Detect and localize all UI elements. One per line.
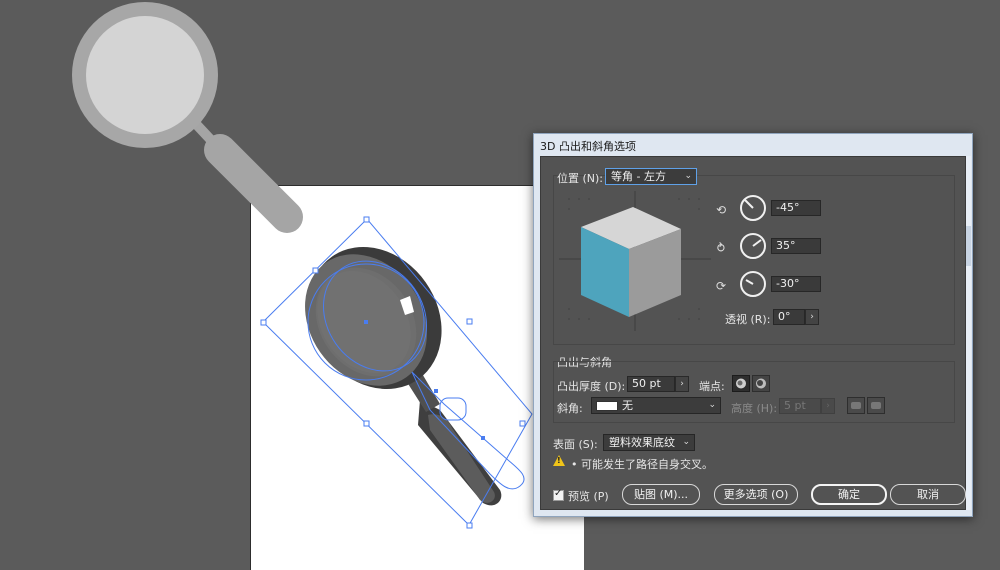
y-rotation-field[interactable]: 35° bbox=[771, 238, 821, 254]
extrude-depth-slider-button[interactable]: › bbox=[675, 376, 689, 392]
dialog-title: 3D 凸出和斜角选项 bbox=[540, 140, 636, 153]
3d-extrude-bevel-dialog: 3D 凸出和斜角选项 位置 (N): 等角 - 左方 ⌄ ⟲ -45° ⥁ 35… bbox=[533, 133, 973, 517]
bevel-select-value: 无 bbox=[622, 399, 633, 412]
bevel-height-field[interactable]: 5 pt bbox=[779, 398, 821, 414]
y-axis-rotate-icon: ⥁ bbox=[716, 241, 726, 255]
bevel-height-label: 高度 (H): bbox=[731, 402, 778, 415]
perspective-label: 透视 (R): bbox=[725, 313, 771, 326]
chevron-down-icon: ⌄ bbox=[684, 171, 692, 181]
more-options-button[interactable]: 更多选项 (O) bbox=[714, 484, 798, 505]
3d-rotation-cube-preview[interactable] bbox=[559, 191, 711, 331]
perspective-slider-button[interactable]: › bbox=[805, 309, 819, 325]
z-rotation-field[interactable]: -30° bbox=[771, 276, 821, 292]
position-label: 位置 (N): bbox=[557, 172, 604, 185]
z-axis-rotate-icon: ⟳ bbox=[715, 279, 727, 293]
perspective-field[interactable]: 0° bbox=[773, 309, 805, 325]
x-axis-rotate-icon: ⟲ bbox=[715, 203, 727, 217]
warning-icon: ! bbox=[553, 455, 565, 466]
map-button[interactable]: 贴图 (M)... bbox=[622, 484, 700, 505]
bevel-extent-out-button[interactable] bbox=[847, 397, 865, 414]
dialog-panel: 位置 (N): 等角 - 左方 ⌄ ⟲ -45° ⥁ 35° ⟳ -30° 透视… bbox=[540, 156, 966, 510]
y-rotation-dial[interactable] bbox=[739, 232, 767, 260]
warning-text: • 可能发生了路径自身交叉。 bbox=[571, 458, 713, 471]
surface-select[interactable]: 塑料效果底纹 ⌄ bbox=[603, 434, 695, 451]
cap-on-icon bbox=[736, 378, 746, 389]
cancel-button[interactable]: 取消 bbox=[890, 484, 966, 505]
bevel-extent-in-button[interactable] bbox=[867, 397, 885, 414]
x-rotation-dial[interactable] bbox=[739, 194, 767, 222]
3d-magnifier-artwork[interactable] bbox=[280, 221, 502, 506]
bevel-swatch bbox=[596, 401, 618, 411]
extrude-depth-label: 凸出厚度 (D): bbox=[557, 380, 626, 393]
bevel-in-icon bbox=[871, 402, 881, 409]
surface-select-value: 塑料效果底纹 bbox=[609, 436, 675, 449]
z-rotation-dial[interactable] bbox=[739, 270, 767, 298]
preview-label: 预览 (P) bbox=[568, 490, 609, 503]
workspace-canvas: 3D 凸出和斜角选项 位置 (N): 等角 - 左方 ⌄ ⟲ -45° ⥁ 35… bbox=[0, 0, 1000, 570]
chevron-down-icon: ⌄ bbox=[682, 437, 690, 447]
position-select-value: 等角 - 左方 bbox=[611, 170, 666, 183]
x-rotation-field[interactable]: -45° bbox=[771, 200, 821, 216]
preview-checkbox[interactable] bbox=[553, 488, 564, 501]
extrude-depth-field[interactable]: 50 pt bbox=[627, 376, 675, 392]
cap-off-button[interactable] bbox=[752, 375, 770, 392]
bevel-select[interactable]: 无 ⌄ bbox=[591, 397, 721, 414]
cap-off-icon bbox=[756, 378, 766, 389]
bevel-label: 斜角: bbox=[557, 402, 583, 415]
ok-button[interactable]: 确定 bbox=[811, 484, 887, 505]
position-select[interactable]: 等角 - 左方 ⌄ bbox=[605, 168, 697, 185]
bevel-height-slider-button[interactable]: › bbox=[821, 398, 835, 414]
cap-label: 端点: bbox=[699, 380, 725, 393]
surface-label: 表面 (S): bbox=[553, 438, 598, 451]
cap-on-button[interactable] bbox=[732, 375, 750, 392]
bevel-out-icon bbox=[851, 402, 861, 409]
dialog-titlebar[interactable]: 3D 凸出和斜角选项 bbox=[534, 134, 972, 156]
chevron-down-icon: ⌄ bbox=[708, 400, 716, 410]
flat-magnifier-artwork[interactable] bbox=[72, 2, 303, 233]
